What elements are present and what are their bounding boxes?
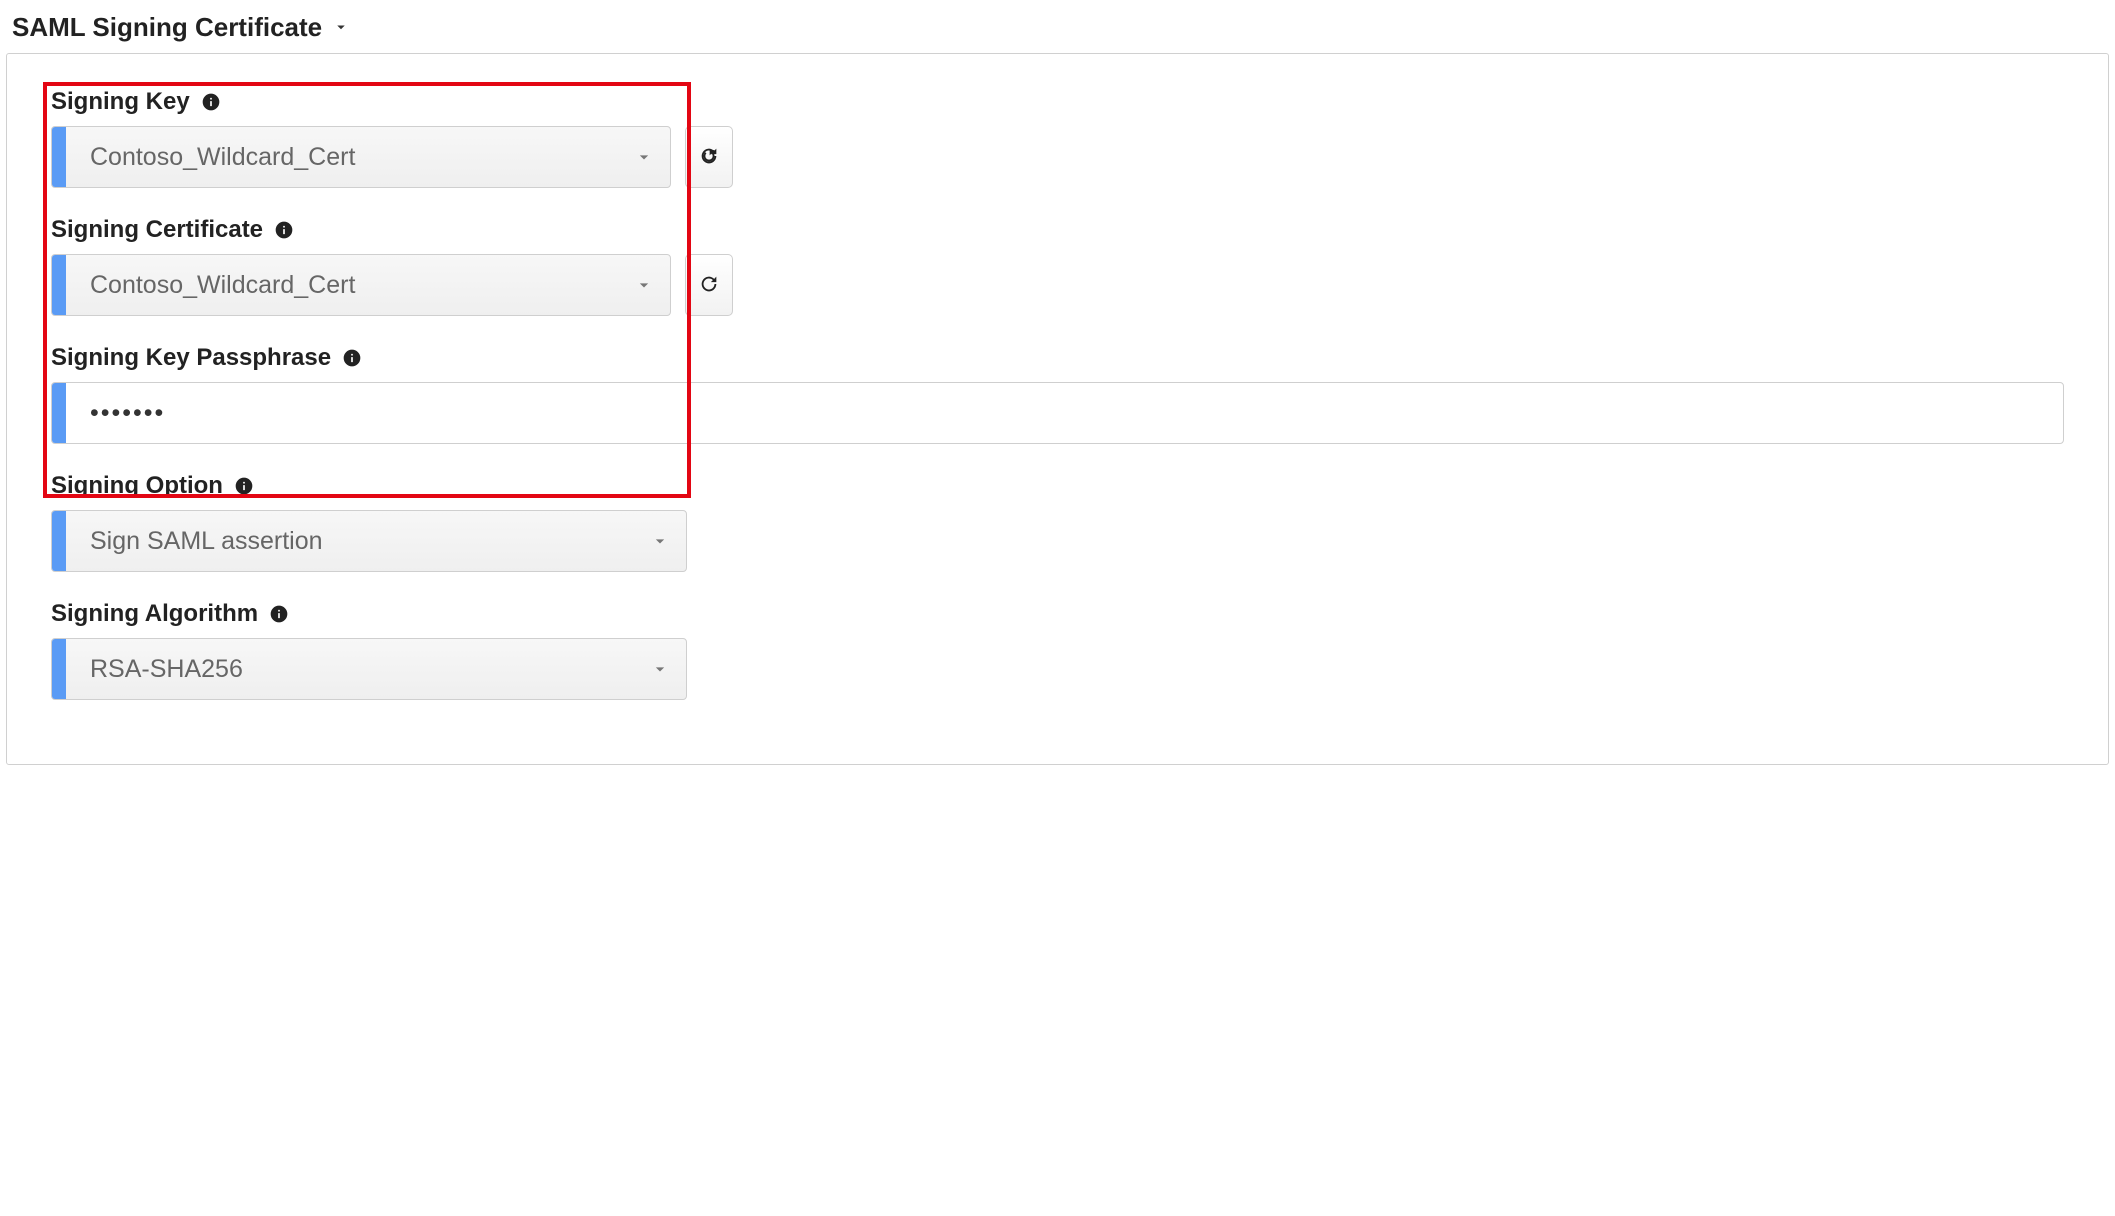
required-indicator (52, 255, 66, 315)
select-value-signing-certificate: Contoso_Wildcard_Cert (66, 255, 670, 315)
select-value-signing-option: Sign SAML assertion (66, 511, 686, 571)
label-text-signing-certificate: Signing Certificate (51, 216, 263, 244)
info-icon[interactable] (341, 347, 363, 369)
label-text-signing-option: Signing Option (51, 472, 223, 500)
field-signing-key: Signing Key Contoso_Wildcard_Cert (51, 88, 2064, 188)
refresh-button-signing-key[interactable] (685, 126, 733, 188)
field-signing-algorithm: Signing Algorithm RSA-SHA256 (51, 600, 2064, 700)
label-text-signing-algorithm: Signing Algorithm (51, 600, 258, 628)
refresh-button-signing-certificate[interactable] (685, 254, 733, 316)
field-signing-option: Signing Option Sign SAML assertion (51, 472, 2064, 572)
section-title: SAML Signing Certificate (12, 12, 322, 43)
row-signing-certificate: Contoso_Wildcard_Cert (51, 254, 2064, 316)
input-signing-key-passphrase[interactable] (66, 383, 2063, 443)
section-panel: Signing Key Contoso_Wildcard_Cert (6, 53, 2109, 765)
required-indicator (52, 383, 66, 443)
info-icon[interactable] (268, 603, 290, 625)
select-signing-certificate[interactable]: Contoso_Wildcard_Cert (51, 254, 671, 316)
select-value-signing-key: Contoso_Wildcard_Cert (66, 127, 670, 187)
row-signing-key: Contoso_Wildcard_Cert (51, 126, 2064, 188)
label-signing-option: Signing Option (51, 472, 2064, 500)
select-signing-algorithm[interactable]: RSA-SHA256 (51, 638, 687, 700)
info-icon[interactable] (273, 219, 295, 241)
field-signing-key-passphrase: Signing Key Passphrase (51, 344, 2064, 444)
select-value-signing-algorithm: RSA-SHA256 (66, 639, 686, 699)
section-header[interactable]: SAML Signing Certificate (6, 6, 2109, 53)
required-indicator (52, 639, 66, 699)
lower-group: Signing Option Sign SAML assertion Signi… (51, 472, 2064, 700)
field-signing-certificate: Signing Certificate Contoso_Wildcard_Cer… (51, 216, 2064, 316)
label-text-signing-key-passphrase: Signing Key Passphrase (51, 344, 331, 372)
required-indicator (52, 511, 66, 571)
info-icon[interactable] (200, 91, 222, 113)
refresh-icon (698, 145, 720, 170)
label-signing-key-passphrase: Signing Key Passphrase (51, 344, 2064, 372)
refresh-icon (698, 273, 720, 298)
select-signing-key[interactable]: Contoso_Wildcard_Cert (51, 126, 671, 188)
label-signing-certificate: Signing Certificate (51, 216, 2064, 244)
highlighted-group: Signing Key Contoso_Wildcard_Cert (51, 88, 2064, 444)
input-wrap-passphrase (51, 382, 2064, 444)
select-signing-option[interactable]: Sign SAML assertion (51, 510, 687, 572)
label-signing-algorithm: Signing Algorithm (51, 600, 2064, 628)
info-icon[interactable] (233, 475, 255, 497)
label-signing-key: Signing Key (51, 88, 2064, 116)
required-indicator (52, 127, 66, 187)
label-text-signing-key: Signing Key (51, 88, 190, 116)
caret-down-icon (332, 12, 350, 43)
